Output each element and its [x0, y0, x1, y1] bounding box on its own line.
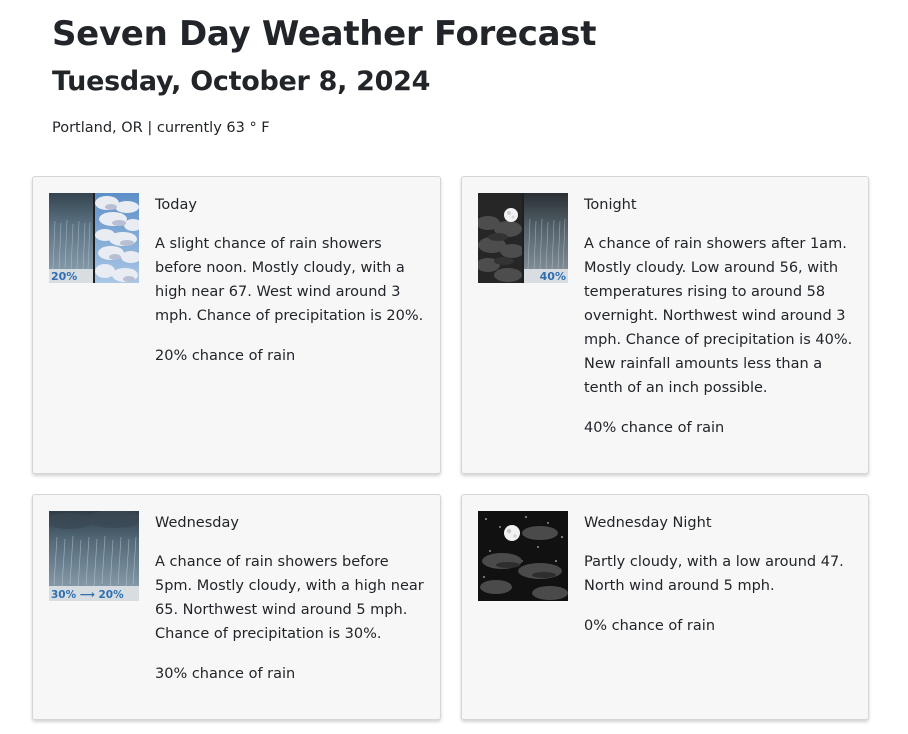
forecast-period: Wednesday Night — [584, 515, 712, 531]
forecast-card-wednesday: 30% ⟶ 20% Wednesday A chance of rain sho… — [32, 494, 441, 720]
rain-showers-icon: 30% ⟶ 20% — [49, 511, 139, 601]
forecast-card-tonight: 40% Tonight A chance of rain showers aft… — [461, 176, 869, 474]
forecast-period: Wednesday — [155, 515, 239, 531]
forecast-period: Today — [155, 197, 197, 213]
forecast-description: A chance of rain showers after 1am. Most… — [584, 236, 853, 396]
forecast-description: A slight chance of rain showers before n… — [155, 236, 424, 324]
forecast-card-wednesday-night: Wednesday Night Partly cloudy, with a lo… — [461, 494, 869, 720]
rain-chance: 20% chance of rain — [155, 348, 296, 364]
rain-chance: 40% chance of rain — [584, 420, 725, 436]
night-partly-cloudy-icon — [478, 511, 568, 601]
forecast-card-today: 20% Today A slight chance of rain shower… — [32, 176, 441, 474]
icon-precip-label: 20% — [51, 270, 77, 283]
icon-precip-label: 30% ⟶ 20% — [51, 589, 124, 601]
location-current-temp: Portland, OR | currently 63 ° F — [52, 120, 270, 136]
forecast-description: Partly cloudy, with a low around 47. Nor… — [584, 554, 844, 594]
rain-chance: 0% chance of rain — [584, 618, 716, 634]
rain-chance: 30% chance of rain — [155, 666, 296, 682]
forecast-date: Tuesday, October 8, 2024 — [52, 66, 431, 97]
forecast-description: A chance of rain showers before 5pm. Mos… — [155, 554, 424, 642]
night-cloudy-then-rain-icon: 40% — [478, 193, 568, 283]
rain-showers-then-partly-cloudy-icon: 20% — [49, 193, 139, 283]
icon-precip-label: 40% — [540, 270, 566, 283]
forecast-period: Tonight — [584, 197, 637, 213]
page-title: Seven Day Weather Forecast — [52, 14, 597, 54]
